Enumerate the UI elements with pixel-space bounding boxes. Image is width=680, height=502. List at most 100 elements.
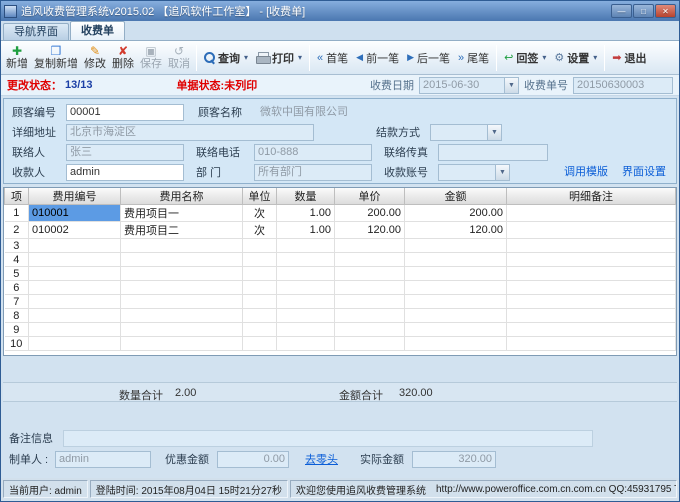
table-row[interactable]: 5 <box>5 267 676 281</box>
maximize-button[interactable]: □ <box>633 4 654 18</box>
row-number-cell[interactable]: 6 <box>5 281 29 295</box>
copy-new-button[interactable]: ❒ 复制新增 <box>31 43 81 73</box>
grid-cell[interactable] <box>121 309 243 323</box>
contact-field[interactable]: 张三 <box>66 144 184 161</box>
grid-cell[interactable] <box>277 309 335 323</box>
grid-cell[interactable] <box>29 239 121 253</box>
query-button[interactable]: 查询 ▾ <box>200 43 252 73</box>
grid-cell[interactable] <box>277 267 335 281</box>
row-number-cell[interactable]: 8 <box>5 309 29 323</box>
column-header[interactable]: 费用编号 <box>29 188 121 205</box>
chevron-down-icon[interactable]: ▼ <box>487 124 502 141</box>
first-record-button[interactable]: « 首笔 <box>313 43 352 73</box>
settle-method-combo[interactable]: ▼ <box>430 124 502 141</box>
grid-cell[interactable] <box>507 281 676 295</box>
grid-cell[interactable] <box>277 239 335 253</box>
column-header[interactable]: 单位 <box>243 188 277 205</box>
grid-cell[interactable] <box>243 239 277 253</box>
grid-cell[interactable] <box>243 295 277 309</box>
fee-date-value[interactable]: 2015-06-30 <box>419 77 504 94</box>
grid-cell[interactable] <box>121 239 243 253</box>
grid-cell[interactable] <box>243 323 277 337</box>
new-button[interactable]: ✚ 新增 <box>3 43 31 73</box>
row-number-cell[interactable]: 5 <box>5 267 29 281</box>
close-button[interactable]: ✕ <box>655 4 676 18</box>
grid-cell[interactable] <box>277 253 335 267</box>
grid-cell[interactable] <box>335 323 405 337</box>
grid-cell[interactable] <box>277 295 335 309</box>
grid-cell[interactable] <box>507 295 676 309</box>
chevron-down-icon[interactable]: ▼ <box>504 77 519 94</box>
grid-cell[interactable] <box>29 337 121 351</box>
grid-cell[interactable]: 费用项目一 <box>121 205 243 222</box>
fee-date-combo[interactable]: 2015-06-30 ▼ <box>419 77 519 94</box>
customer-no-field[interactable]: 00001 <box>66 104 184 121</box>
table-row[interactable]: 8 <box>5 309 676 323</box>
grid-cell[interactable] <box>121 281 243 295</box>
grid-cell[interactable]: 次 <box>243 222 277 239</box>
column-header[interactable]: 单价 <box>335 188 405 205</box>
department-field[interactable]: 所有部门 <box>254 164 372 181</box>
table-row[interactable]: 2010002费用项目二次1.00120.00120.00 <box>5 222 676 239</box>
chevron-down-icon[interactable]: ▼ <box>495 164 510 181</box>
last-record-button[interactable]: » 尾笔 <box>454 43 493 73</box>
grid-cell[interactable] <box>243 253 277 267</box>
column-header[interactable]: 项 <box>5 188 29 205</box>
grid-cell[interactable] <box>335 309 405 323</box>
grid-cell[interactable] <box>405 295 507 309</box>
load-template-link[interactable]: 调用模版 <box>564 163 608 179</box>
grid-cell[interactable]: 200.00 <box>405 205 507 222</box>
grid-cell[interactable] <box>507 337 676 351</box>
grid-cell[interactable] <box>29 309 121 323</box>
grid-cell[interactable] <box>405 323 507 337</box>
phone-field[interactable]: 010-888 <box>254 144 372 161</box>
grid-cell[interactable]: 1.00 <box>277 222 335 239</box>
exit-button[interactable]: ➡ 退出 <box>608 43 650 73</box>
grid-cell[interactable] <box>335 295 405 309</box>
grid-cell[interactable]: 010001 <box>29 205 121 222</box>
table-row[interactable]: 3 <box>5 239 676 253</box>
fee-no-field[interactable]: 20150630003 <box>573 77 673 94</box>
table-row[interactable]: 9 <box>5 323 676 337</box>
table-row[interactable]: 10 <box>5 337 676 351</box>
table-row[interactable]: 1010001费用项目一次1.00200.00200.00 <box>5 205 676 222</box>
settle-method-value[interactable] <box>430 124 487 141</box>
grid-cell[interactable] <box>507 253 676 267</box>
print-button[interactable]: 打印 ▾ <box>252 43 306 73</box>
grid-cell[interactable] <box>29 281 121 295</box>
grid-cell[interactable] <box>335 281 405 295</box>
grid-cell[interactable]: 次 <box>243 205 277 222</box>
grid-cell[interactable] <box>29 295 121 309</box>
actual-amount-field[interactable]: 320.00 <box>412 451 496 468</box>
prev-record-button[interactable]: ◀ 前一笔 <box>352 43 403 73</box>
row-number-cell[interactable]: 7 <box>5 295 29 309</box>
table-row[interactable]: 4 <box>5 253 676 267</box>
grid-cell[interactable] <box>29 253 121 267</box>
tab-fee-form[interactable]: 收费单 <box>70 21 125 40</box>
row-number-cell[interactable]: 4 <box>5 253 29 267</box>
grid-cell[interactable] <box>121 323 243 337</box>
next-record-button[interactable]: ▶ 后一笔 <box>403 43 454 73</box>
grid-cell[interactable] <box>121 253 243 267</box>
row-number-cell[interactable]: 10 <box>5 337 29 351</box>
round-off-link[interactable]: 去零头 <box>305 451 338 467</box>
tab-navigation[interactable]: 导航界面 <box>3 23 69 40</box>
grid-cell[interactable] <box>507 267 676 281</box>
remark-field[interactable] <box>63 430 593 447</box>
grid-cell[interactable]: 010002 <box>29 222 121 239</box>
grid-cell[interactable] <box>507 323 676 337</box>
account-combo[interactable]: ▼ <box>438 164 510 181</box>
grid-cell[interactable] <box>405 239 507 253</box>
grid-cell[interactable] <box>29 323 121 337</box>
grid-cell[interactable] <box>277 337 335 351</box>
row-number-cell[interactable]: 2 <box>5 222 29 239</box>
save-button[interactable]: ▣ 保存 <box>137 43 165 73</box>
grid-cell[interactable]: 120.00 <box>405 222 507 239</box>
discount-field[interactable]: 0.00 <box>217 451 289 468</box>
account-value[interactable] <box>438 164 495 181</box>
grid-cell[interactable] <box>277 323 335 337</box>
ui-settings-link[interactable]: 界面设置 <box>622 163 666 179</box>
grid-cell[interactable]: 200.00 <box>335 205 405 222</box>
grid-cell[interactable] <box>121 267 243 281</box>
payee-field[interactable]: admin <box>66 164 184 181</box>
